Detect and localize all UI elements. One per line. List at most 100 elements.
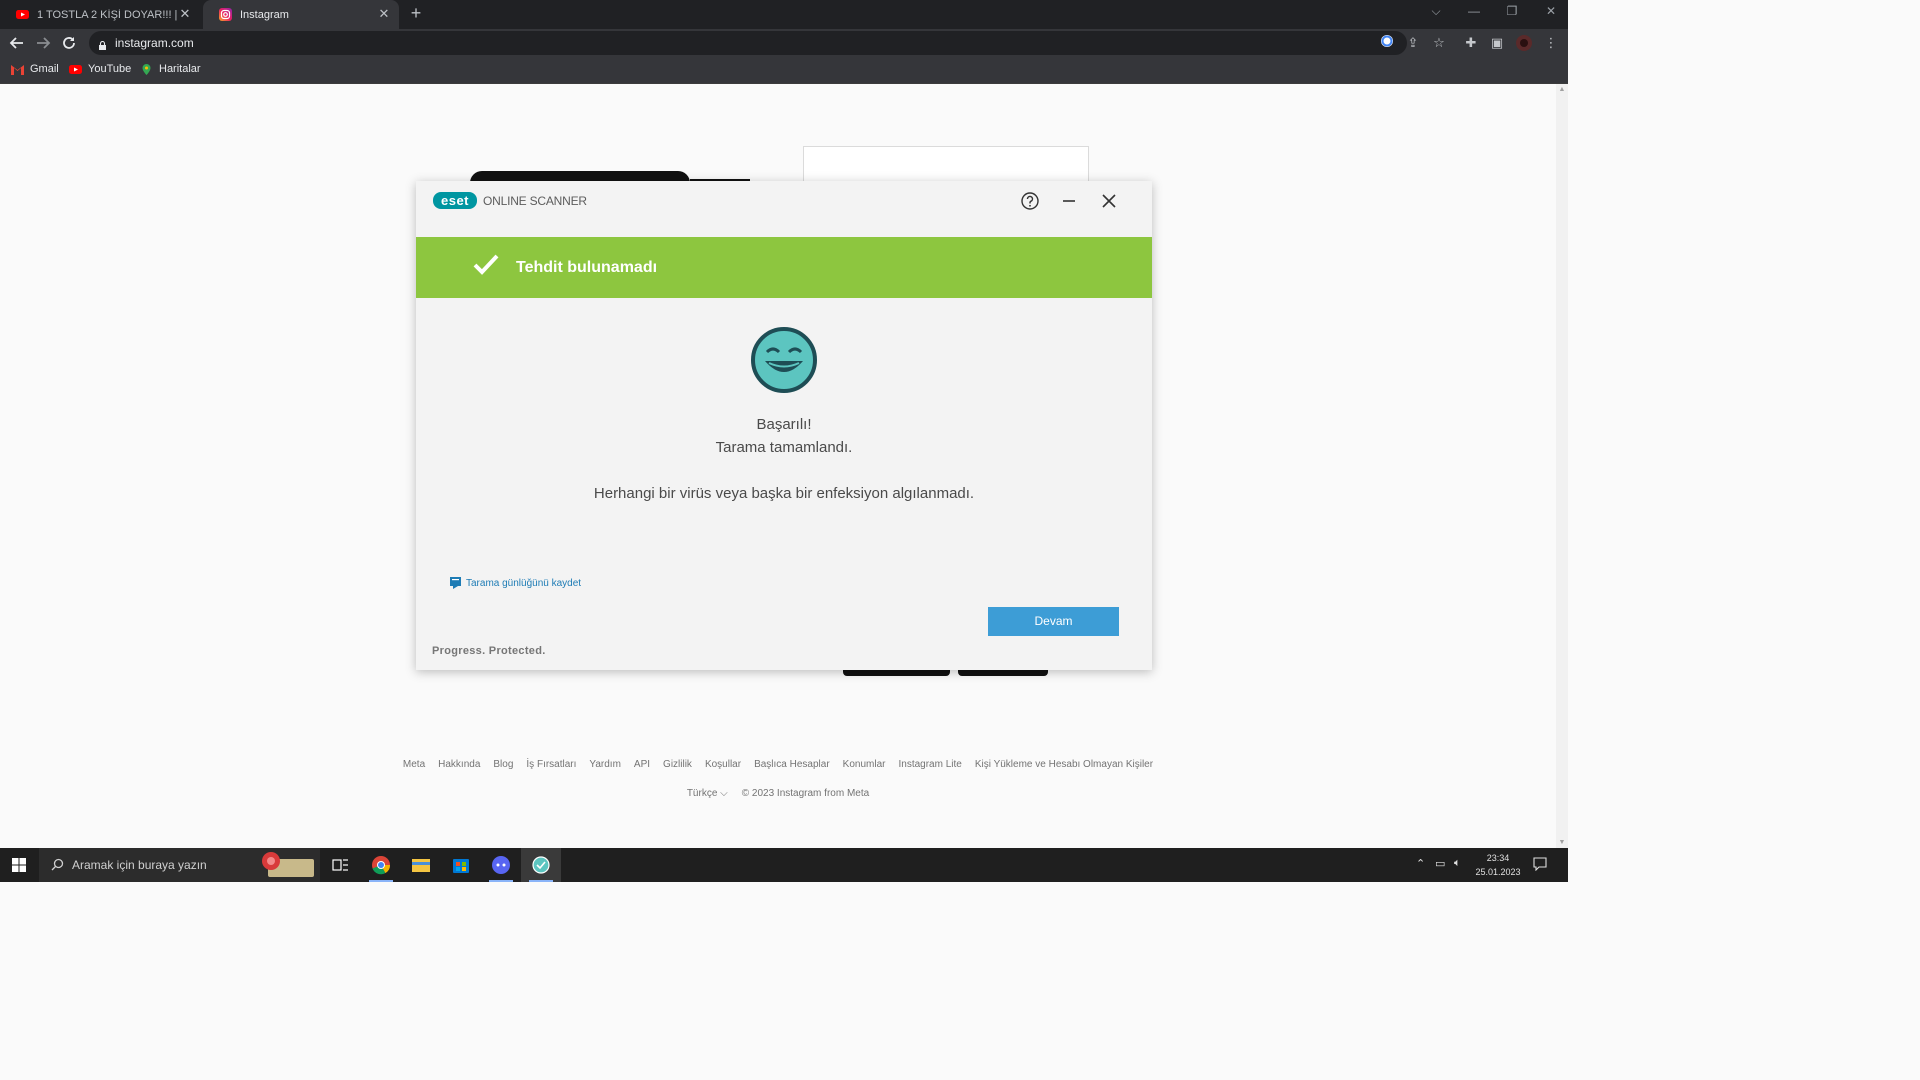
tray-chevron-icon[interactable]: ⌃: [1416, 857, 1425, 870]
google-lens-icon[interactable]: [1378, 34, 1396, 52]
save-log-icon: [450, 577, 461, 589]
side-panel-icon[interactable]: ▣: [1488, 34, 1506, 52]
browser-toolbar: instagram.com ⇪ ☆ ✚ ▣ ⋮: [0, 29, 1568, 57]
footer-link[interactable]: Gizlilik: [663, 759, 692, 770]
youtube-icon: [69, 64, 82, 75]
bookmarks-bar: Gmail YouTube Haritalar: [0, 57, 1568, 84]
active-indicator: [489, 880, 513, 882]
footer-link[interactable]: Hakkında: [438, 759, 480, 770]
close-window-icon[interactable]: ✕: [1541, 4, 1561, 18]
url-text: instagram.com: [115, 36, 194, 50]
result-banner: Tehdit bulunamadı: [416, 237, 1152, 298]
taskbar-search[interactable]: Aramak için buraya yazın: [39, 848, 320, 882]
close-icon[interactable]: [1099, 191, 1119, 211]
bookmark-label: YouTube: [88, 63, 132, 75]
checkmark-icon: [472, 253, 500, 277]
restore-icon[interactable]: ❐: [1502, 4, 1522, 18]
scroll-down-icon[interactable]: ▼: [1556, 839, 1568, 846]
close-tab-icon[interactable]: ✕: [377, 7, 391, 21]
new-tab-button[interactable]: +: [406, 3, 426, 24]
smiley-icon: [750, 326, 818, 394]
tab-youtube[interactable]: 1 TOSTLA 2 KİŞİ DOYAR!!! | TOST ✕: [0, 0, 200, 29]
tab-title: Instagram: [240, 8, 289, 21]
clock-date: 25.01.2023: [1475, 867, 1521, 877]
tab-search-icon[interactable]: ⌵: [1426, 4, 1446, 19]
footer-link[interactable]: Blog: [493, 759, 513, 770]
bookmark-star-icon[interactable]: ☆: [1430, 34, 1448, 52]
minimize-icon[interactable]: —: [1464, 4, 1484, 18]
scroll-up-icon[interactable]: ▲: [1556, 86, 1568, 93]
bookmark-label: Haritalar: [159, 63, 201, 75]
language-label: Türkçe: [686, 788, 718, 799]
search-placeholder: Aramak için buraya yazın: [72, 858, 207, 872]
product-name: ONLINE SCANNER: [483, 194, 587, 208]
reload-icon[interactable]: [60, 34, 78, 52]
search-highlight-image[interactable]: [258, 851, 316, 879]
dialog-header: eset ONLINE SCANNER: [416, 181, 1152, 237]
address-bar[interactable]: instagram.com: [89, 31, 1407, 55]
footer-link[interactable]: Başlıca Hesaplar: [754, 759, 830, 770]
discord-icon[interactable]: [481, 848, 521, 882]
continue-button[interactable]: Devam: [988, 607, 1119, 636]
footer-link[interactable]: Meta: [403, 759, 425, 770]
eset-logo: eset: [433, 192, 477, 209]
menu-icon[interactable]: ⋮: [1542, 34, 1560, 52]
eset-taskbar-icon[interactable]: [521, 848, 561, 882]
lock-icon[interactable]: [99, 37, 106, 50]
page-scrollbar[interactable]: ▲ ▼: [1556, 84, 1568, 848]
footer-link[interactable]: Yardım: [589, 759, 621, 770]
footer-bottom: Türkçe ⌵ © 2023 Instagram from Meta: [0, 788, 1556, 799]
start-button[interactable]: [0, 848, 39, 882]
volume-icon[interactable]: 🔈︎: [1454, 857, 1461, 870]
youtube-icon: [16, 8, 29, 21]
eset-tagline: Progress. Protected.: [432, 645, 546, 657]
close-tab-icon[interactable]: ✕: [178, 7, 192, 21]
profile-avatar[interactable]: [1515, 34, 1533, 52]
copyright: © 2023 Instagram from Meta: [741, 788, 870, 799]
footer-link[interactable]: Konumlar: [843, 759, 886, 770]
notifications-icon[interactable]: [1533, 857, 1547, 874]
clock-time: 23:34: [1486, 853, 1510, 863]
instagram-icon: [219, 8, 232, 21]
eset-scanner-dialog: eset ONLINE SCANNER Tehdit bulunamadı Ba…: [416, 181, 1152, 670]
microsoft-store-icon[interactable]: [441, 848, 481, 882]
active-indicator: [369, 880, 393, 882]
login-box: [803, 146, 1089, 186]
network-icon[interactable]: ▭: [1435, 857, 1445, 870]
help-icon[interactable]: [1020, 191, 1040, 211]
footer-link[interactable]: Instagram Lite: [898, 759, 961, 770]
result-detail: Herhangi bir virüs veya başka bir enfeks…: [593, 485, 975, 502]
extensions-icon[interactable]: ✚: [1462, 34, 1480, 52]
tab-title: 1 TOSTLA 2 KİŞİ DOYAR!!! | TOST: [37, 8, 177, 21]
bookmark-maps[interactable]: Haritalar: [140, 63, 201, 75]
footer-link[interactable]: Kişi Yükleme ve Hesabı Olmayan Kişiler: [975, 759, 1153, 770]
bookmark-youtube[interactable]: YouTube: [69, 63, 131, 75]
banner-title: Tehdit bulunamadı: [516, 259, 658, 276]
back-icon[interactable]: [8, 34, 26, 52]
scan-complete-text: Tarama tamamlandı.: [715, 439, 853, 456]
tab-strip: 1 TOSTLA 2 KİŞİ DOYAR!!! | TOST ✕ Instag…: [0, 0, 1568, 29]
file-explorer-icon[interactable]: [401, 848, 441, 882]
footer-link[interactable]: İş Fırsatları: [526, 759, 576, 770]
language-select[interactable]: Türkçe ⌵: [687, 788, 728, 799]
gmail-icon: [11, 64, 24, 75]
footer-links: Meta Hakkında Blog İş Fırsatları Yardım …: [0, 759, 1556, 770]
active-indicator: [529, 880, 553, 882]
chevron-down-icon: ⌵: [720, 788, 728, 799]
share-icon[interactable]: ⇪: [1404, 34, 1422, 52]
search-icon: [51, 858, 64, 871]
maps-icon: [140, 63, 153, 75]
bookmark-gmail[interactable]: Gmail: [11, 63, 59, 75]
save-log-link[interactable]: Tarama günlüğünü kaydet: [450, 577, 581, 589]
task-view-icon[interactable]: [320, 848, 360, 882]
taskbar-clock[interactable]: 23:34 25.01.2023: [1475, 851, 1521, 879]
chrome-taskbar-icon[interactable]: [361, 848, 401, 882]
tab-instagram[interactable]: Instagram ✕: [203, 0, 399, 29]
bookmark-label: Gmail: [30, 63, 59, 75]
footer-link[interactable]: Koşullar: [705, 759, 741, 770]
success-title: Başarılı!: [756, 416, 812, 433]
minimize-icon[interactable]: [1059, 191, 1079, 211]
footer-link[interactable]: API: [634, 759, 650, 770]
windows-taskbar: Aramak için buraya yazın ⌃ ▭ 🔈︎ 23:34 25…: [0, 848, 1568, 882]
forward-icon[interactable]: [34, 34, 52, 52]
